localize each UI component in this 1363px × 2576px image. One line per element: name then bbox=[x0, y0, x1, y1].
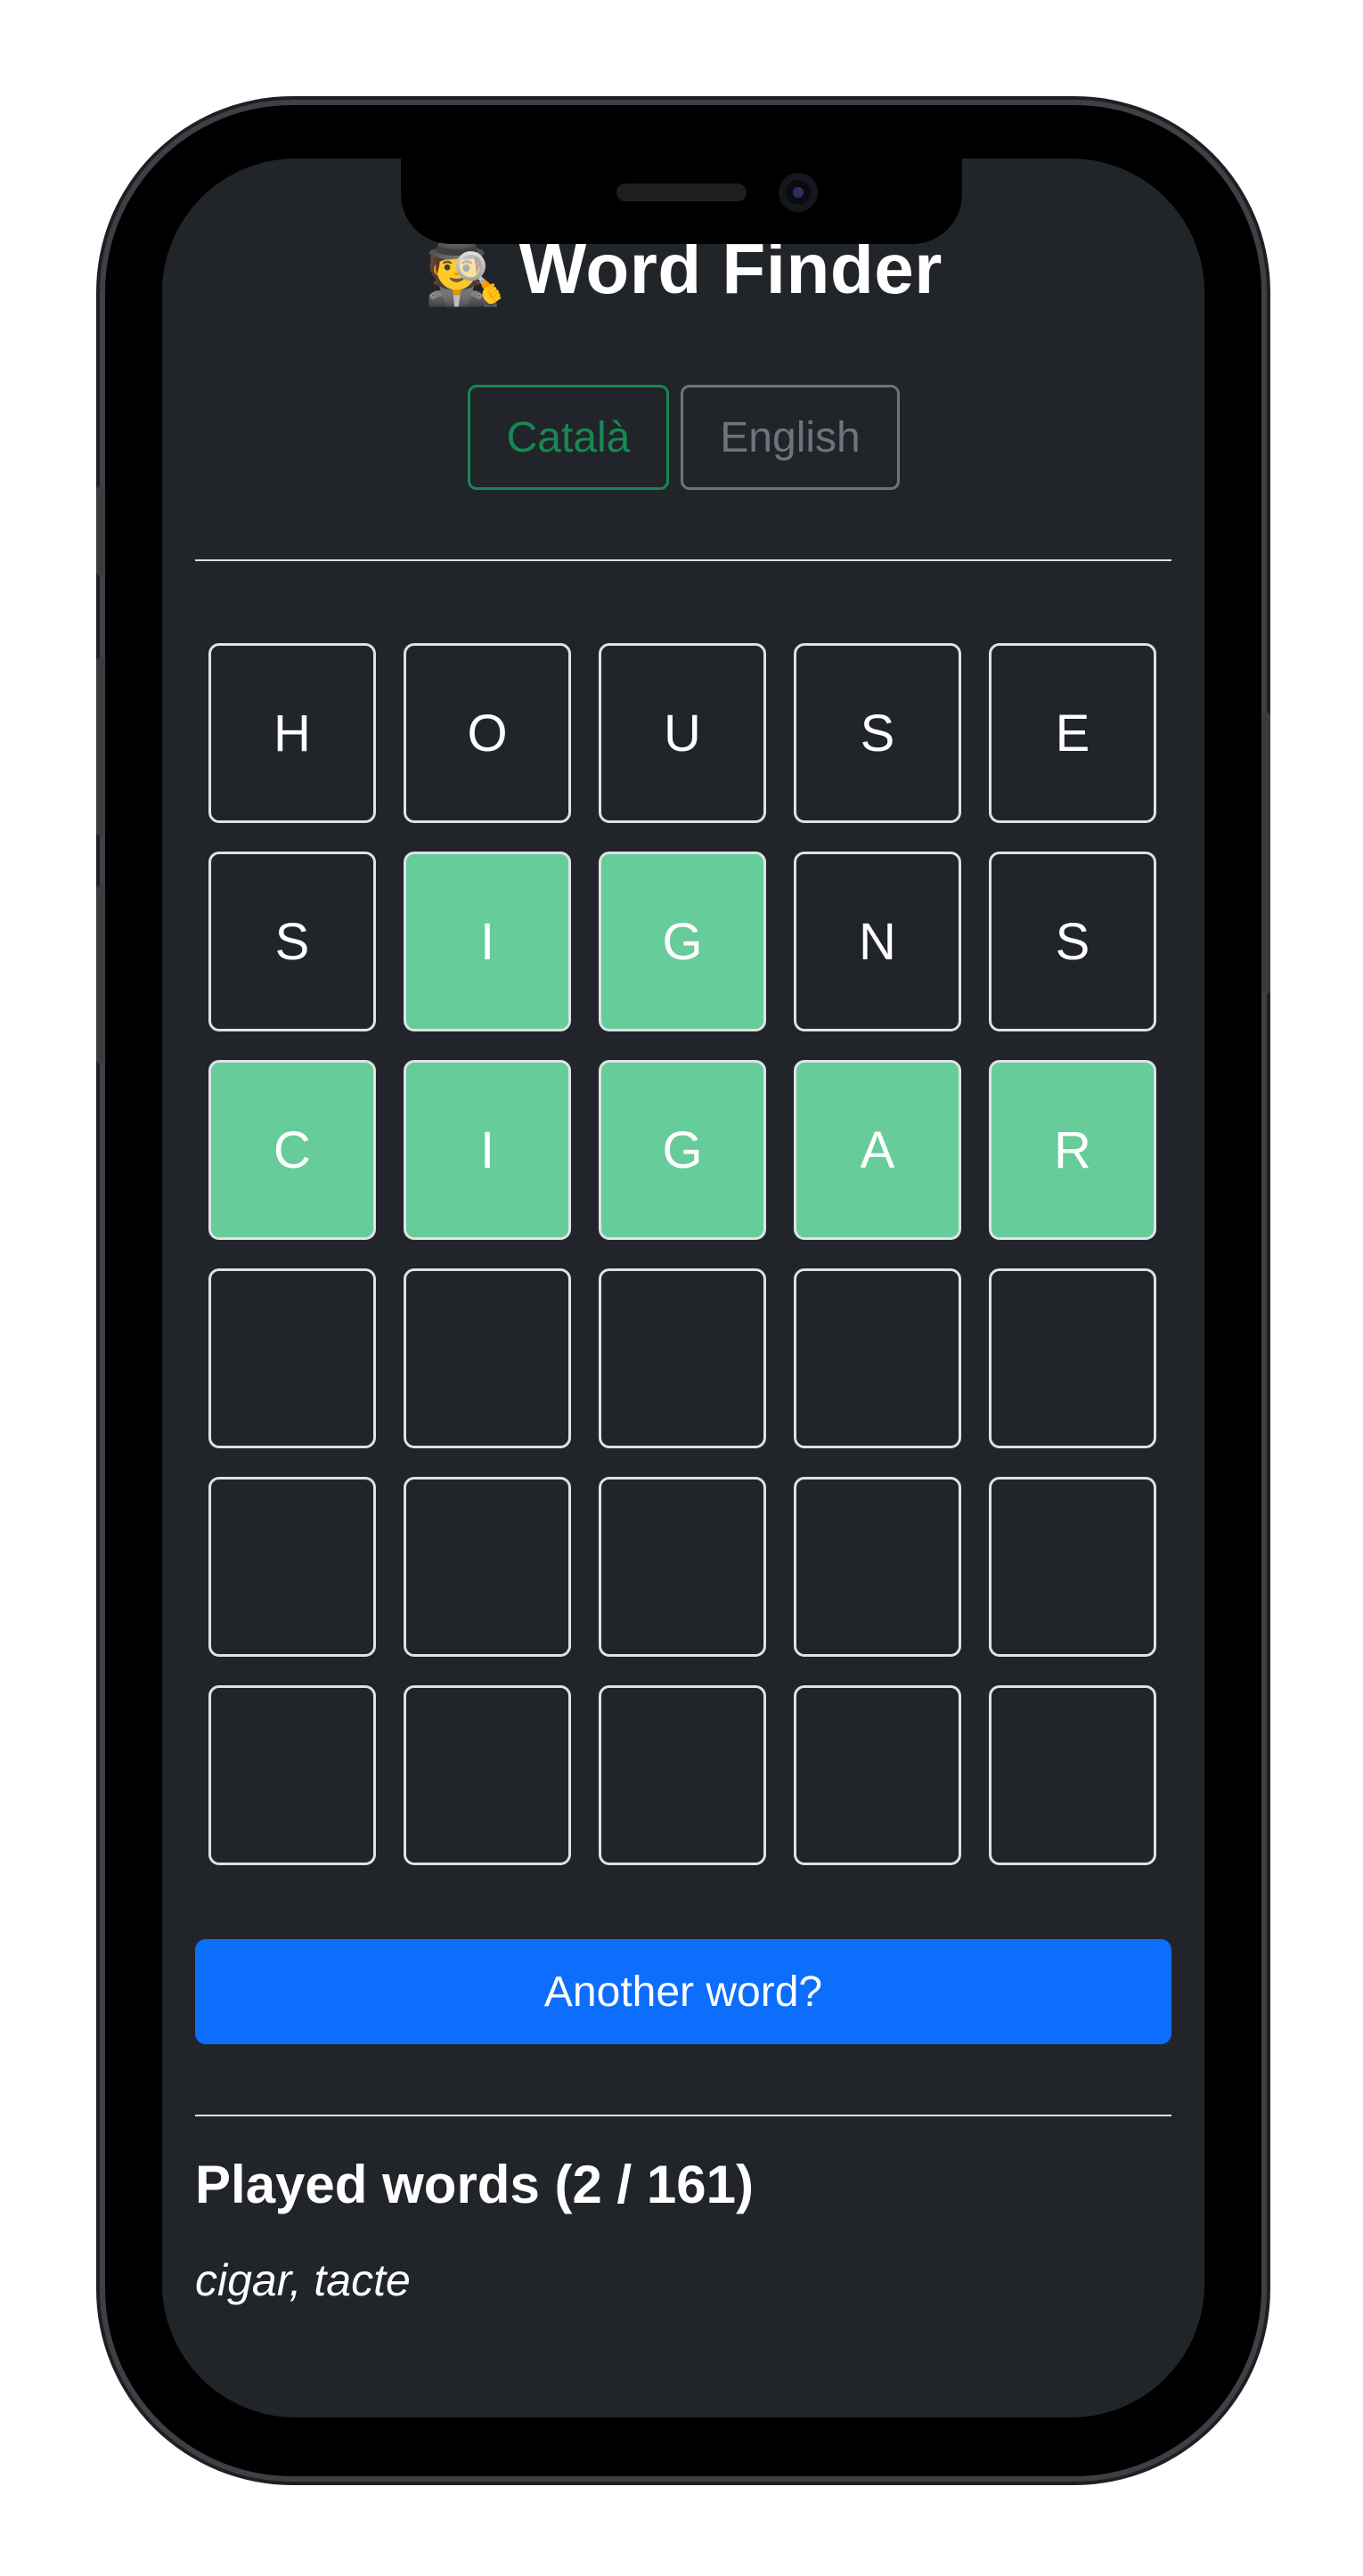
mute-switch bbox=[96, 486, 105, 575]
board-tile: I bbox=[404, 1060, 571, 1240]
board-tile bbox=[989, 1477, 1156, 1657]
board-tile: C bbox=[208, 1060, 376, 1240]
played-words-heading: Played words (2 / 161) bbox=[195, 2155, 754, 2214]
board-tile: N bbox=[794, 852, 961, 1031]
board-tile: S bbox=[208, 852, 376, 1031]
language-button-english[interactable]: English bbox=[681, 385, 900, 490]
board-tile bbox=[989, 1685, 1156, 1865]
board-tile: I bbox=[404, 852, 571, 1031]
board-tile bbox=[599, 1685, 766, 1865]
app-screen: 🕵 Word Finder Català English HOUSESIGNSCI… bbox=[162, 159, 1204, 2417]
language-button-catala[interactable]: Català bbox=[468, 385, 669, 490]
another-word-button[interactable]: Another word? bbox=[195, 1939, 1171, 2044]
played-words-list: cigar, tacte bbox=[195, 2255, 411, 2305]
board-tile: H bbox=[208, 643, 376, 823]
board-tile bbox=[208, 1477, 376, 1657]
board-tile: G bbox=[599, 852, 766, 1031]
board-tile bbox=[599, 1477, 766, 1657]
board-tile: U bbox=[599, 643, 766, 823]
board-tile: G bbox=[599, 1060, 766, 1240]
board-tile: A bbox=[794, 1060, 961, 1240]
detective-icon: 🕵 bbox=[424, 233, 507, 307]
power-button bbox=[1261, 713, 1270, 994]
device-notch bbox=[401, 157, 962, 244]
board-tile bbox=[794, 1268, 961, 1448]
board-tile: S bbox=[794, 643, 961, 823]
board-tile bbox=[404, 1685, 571, 1865]
board-tile bbox=[404, 1477, 571, 1657]
board-tile bbox=[794, 1685, 961, 1865]
speaker-grille bbox=[616, 183, 747, 201]
volume-down-button bbox=[96, 885, 105, 1064]
board-tile: O bbox=[404, 643, 571, 823]
board-tile bbox=[989, 1268, 1156, 1448]
board-tile bbox=[794, 1477, 961, 1657]
divider-top bbox=[195, 559, 1171, 561]
board-tile: S bbox=[989, 852, 1156, 1031]
board-tile bbox=[404, 1268, 571, 1448]
board-tile: E bbox=[989, 643, 1156, 823]
camera-icon bbox=[779, 173, 818, 212]
board-tile bbox=[599, 1268, 766, 1448]
board-tile: R bbox=[989, 1060, 1156, 1240]
volume-up-button bbox=[96, 657, 105, 836]
divider-bottom bbox=[195, 2115, 1171, 2116]
board-tile bbox=[208, 1268, 376, 1448]
board-tile bbox=[208, 1685, 376, 1865]
